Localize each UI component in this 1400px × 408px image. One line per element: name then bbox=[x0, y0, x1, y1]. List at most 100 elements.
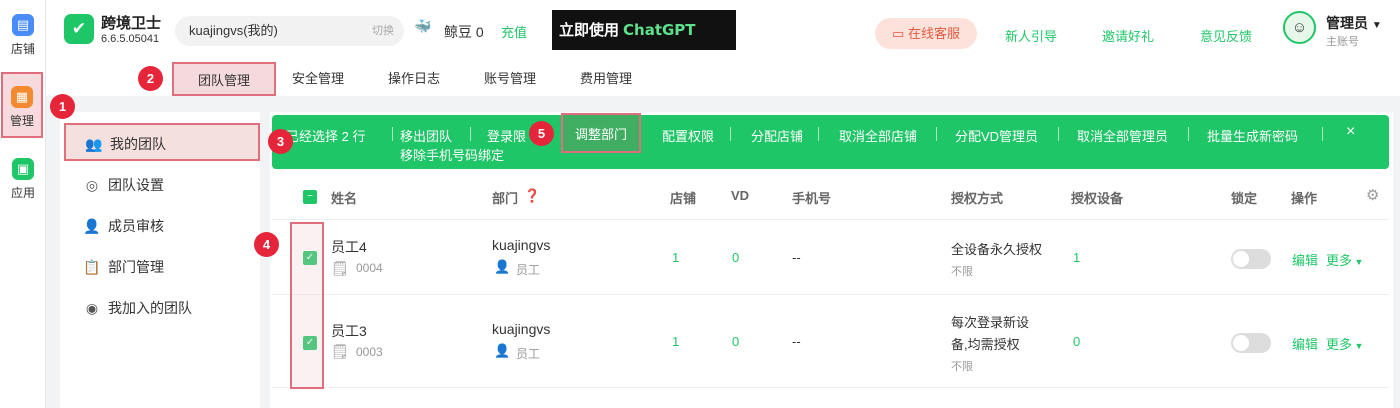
banner-text: 立即使用 bbox=[559, 22, 620, 39]
banner-gpt-text: ChatGPT bbox=[623, 21, 696, 39]
col-actions: 操作 bbox=[1291, 191, 1318, 206]
sidebar-item-my-team[interactable]: 👥 我的团队 bbox=[64, 123, 260, 161]
login-limit-button[interactable]: 登录限 bbox=[487, 126, 526, 145]
employee-name: 员工3 bbox=[331, 323, 367, 339]
beans-balance: 鲸豆 0 bbox=[444, 24, 484, 40]
recharge-link[interactable]: 充值 bbox=[501, 22, 527, 41]
tab-account[interactable]: 账号管理 bbox=[484, 62, 536, 96]
rail-item-label: 管理 bbox=[9, 114, 34, 128]
more-dropdown[interactable]: 更多 ▼ bbox=[1326, 334, 1363, 353]
sidebar: 👥 我的团队 ◎ 团队设置 👤 成员审核 📋 部门管理 ◉ 我加入的团队 bbox=[60, 112, 260, 408]
col-name: 姓名 bbox=[331, 191, 358, 206]
invite-link[interactable]: 邀请好礼 bbox=[1102, 26, 1154, 45]
close-icon[interactable]: × bbox=[1346, 123, 1355, 141]
tab-billing[interactable]: 费用管理 bbox=[580, 62, 632, 96]
account-name: kuajingvs(我的) bbox=[189, 23, 278, 38]
auth-method-line2: 备,均需授权 bbox=[951, 337, 1020, 352]
table-header: − 姓名 部门 ❓ 店铺 VD 手机号 授权方式 授权设备 锁定 操作 ⚙ bbox=[272, 172, 1389, 220]
table-row[interactable]: ✓ 员工3 🗒 0003 kuajingvs 👤 员工 1 0 -- 每次登录新… bbox=[272, 296, 1389, 388]
table-row[interactable]: ✓ 员工4 🗒 0004 kuajingvs 👤 员工 1 0 -- 全设备永久… bbox=[272, 221, 1389, 295]
clipboard-icon: 📋 bbox=[83, 259, 101, 275]
more-label: 更多 bbox=[1326, 337, 1353, 352]
phone-number: -- bbox=[792, 250, 801, 265]
account-switcher[interactable]: kuajingvs(我的) 切换 bbox=[175, 16, 404, 46]
brand-name: 跨境卫士 bbox=[101, 15, 162, 32]
lock-toggle[interactable] bbox=[1231, 249, 1271, 269]
auth-device-count[interactable]: 0 bbox=[1073, 334, 1080, 349]
rail-item-manage[interactable]: ▦ 管理 bbox=[1, 72, 43, 138]
caret-down-icon: ▼ bbox=[1352, 341, 1364, 351]
auth-limit: 不限 bbox=[951, 361, 973, 373]
chatgpt-banner[interactable]: 立即使用 ChatGPT bbox=[552, 10, 736, 50]
user-icon: 👤 bbox=[494, 259, 511, 274]
apps-icon: ▣ bbox=[12, 158, 34, 180]
select-all-checkbox[interactable]: − bbox=[303, 190, 317, 204]
tab-team-management[interactable]: 团队管理 bbox=[172, 62, 276, 96]
lock-toggle[interactable] bbox=[1231, 333, 1271, 353]
divider bbox=[1322, 127, 1323, 141]
employee-name: 员工4 bbox=[331, 239, 367, 255]
divider bbox=[1188, 127, 1189, 141]
remove-from-team-button[interactable]: 移出团队 bbox=[400, 126, 452, 145]
rail-item-label: 店铺 bbox=[10, 42, 35, 56]
step-badge-3: 3 bbox=[268, 129, 293, 154]
sidebar-item-label: 我的团队 bbox=[110, 136, 166, 152]
col-auth-method: 授权方式 bbox=[951, 191, 1004, 206]
user-group-icon: 👥 bbox=[85, 136, 103, 152]
auth-device-count[interactable]: 1 bbox=[1073, 250, 1080, 265]
divider bbox=[730, 127, 731, 141]
cancel-all-shops-button[interactable]: 取消全部店铺 bbox=[839, 126, 917, 145]
edit-link[interactable]: 编辑 bbox=[1292, 334, 1318, 353]
vd-count[interactable]: 0 bbox=[732, 334, 739, 349]
step-badge-1: 1 bbox=[50, 94, 75, 119]
tab-security[interactable]: 安全管理 bbox=[292, 62, 344, 96]
whale-icon: 🐳 bbox=[414, 18, 432, 34]
sidebar-item-joined-teams[interactable]: ◉ 我加入的团队 bbox=[64, 289, 260, 327]
help-icon[interactable]: ❓ bbox=[524, 188, 540, 204]
col-vd: VD bbox=[731, 188, 750, 203]
sidebar-item-departments[interactable]: 📋 部门管理 bbox=[64, 248, 260, 286]
avatar[interactable]: ☺ bbox=[1283, 11, 1316, 44]
configure-permissions-button[interactable]: 配置权限 bbox=[662, 126, 714, 145]
rail-item-store[interactable]: ▤ 店铺 bbox=[0, 14, 46, 57]
shop-count[interactable]: 1 bbox=[672, 334, 679, 349]
app-version: 6.6.5.05041 bbox=[101, 33, 160, 45]
sidebar-item-member-review[interactable]: 👤 成员审核 bbox=[64, 207, 260, 245]
sidebar-item-team-settings[interactable]: ◎ 团队设置 bbox=[64, 166, 260, 204]
sidebar-item-label: 成员审核 bbox=[108, 218, 164, 234]
gear-icon[interactable]: ⚙ bbox=[1366, 186, 1379, 204]
feedback-link[interactable]: 意见反馈 bbox=[1200, 26, 1252, 45]
rail-item-apps[interactable]: ▣ 应用 bbox=[0, 158, 46, 201]
bulk-action-bar: 已经选择 2 行 移出团队 登录限 调整部门 配置权限 分配店铺 取消全部店铺 … bbox=[272, 113, 1389, 169]
user-menu[interactable]: 管理员 ▼ bbox=[1326, 13, 1382, 33]
auth-limit: 不限 bbox=[951, 266, 973, 278]
vd-count[interactable]: 0 bbox=[732, 250, 739, 265]
id-card-icon: 🗒 bbox=[331, 343, 349, 359]
shield-logo-icon: ✔ bbox=[64, 14, 94, 44]
assign-shops-button[interactable]: 分配店铺 bbox=[751, 126, 803, 145]
batch-new-password-button[interactable]: 批量生成新密码 bbox=[1207, 126, 1298, 145]
auth-method: 每次登录新设 bbox=[951, 315, 1030, 330]
more-dropdown[interactable]: 更多 ▼ bbox=[1326, 250, 1363, 269]
cancel-all-admins-button[interactable]: 取消全部管理员 bbox=[1077, 126, 1168, 145]
shop-count[interactable]: 1 bbox=[672, 250, 679, 265]
phone-number: -- bbox=[792, 334, 801, 349]
store-icon: ▤ bbox=[12, 14, 34, 36]
edit-link[interactable]: 编辑 bbox=[1292, 250, 1318, 269]
step-badge-4: 4 bbox=[254, 232, 279, 257]
divider bbox=[818, 127, 819, 141]
customer-service-button[interactable]: ▭ 在线客服 bbox=[875, 18, 977, 49]
id-card-icon: 🗒 bbox=[331, 260, 349, 276]
assign-vd-admin-button[interactable]: 分配VD管理员 bbox=[955, 126, 1038, 145]
switch-account-link[interactable]: 切换 bbox=[372, 16, 394, 46]
tab-operation-log[interactable]: 操作日志 bbox=[388, 62, 440, 96]
divider bbox=[470, 127, 471, 141]
rail-item-label: 应用 bbox=[10, 186, 35, 200]
sidebar-item-label: 我加入的团队 bbox=[108, 300, 192, 316]
remove-phone-binding-button[interactable]: 移除手机号码绑定 bbox=[400, 145, 504, 164]
user-name: 管理员 bbox=[1326, 15, 1368, 31]
user-icon: 👤 bbox=[494, 343, 511, 358]
newbie-guide-link[interactable]: 新人引导 bbox=[1005, 26, 1057, 45]
col-department: 部门 bbox=[492, 191, 519, 206]
adjust-department-button[interactable]: 调整部门 bbox=[561, 113, 642, 153]
